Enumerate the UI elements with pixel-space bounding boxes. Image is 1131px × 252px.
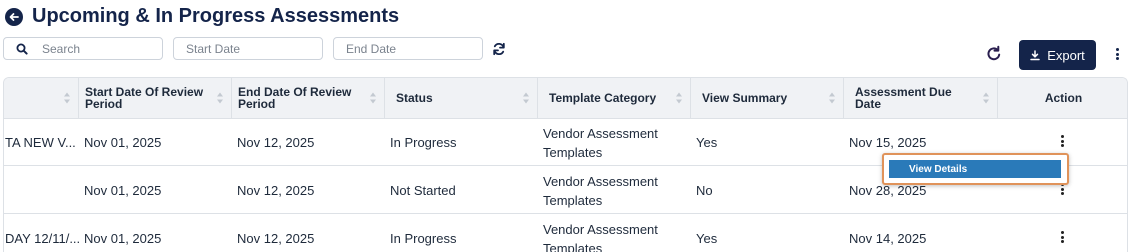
row-actions-icon[interactable]	[1057, 135, 1067, 147]
due-date-cell: Nov 14, 2025	[849, 231, 927, 246]
column-header-due-date[interactable]: Assessment Due Date	[844, 78, 998, 118]
column-header-status[interactable]: Status	[385, 78, 538, 118]
sort-icon[interactable]	[982, 90, 990, 106]
table-header: Start Date Of Review Period End Date Of …	[4, 78, 1127, 119]
end-date-cell: Nov 12, 2025	[237, 183, 315, 198]
template-category-cell: Vendor Assessment Templates	[543, 125, 658, 160]
sort-icon[interactable]	[522, 90, 530, 106]
column-header-start-date[interactable]: Start Date Of Review Period	[79, 78, 232, 118]
view-details-menu-item[interactable]: View Details	[889, 160, 1061, 178]
status-cell: In Progress	[390, 135, 457, 150]
sort-icon[interactable]	[369, 90, 377, 106]
download-icon	[1030, 49, 1040, 60]
status-cell: Not Started	[390, 183, 456, 198]
assessment-name-cell: TA NEW V...	[5, 135, 76, 150]
refresh-icon[interactable]	[985, 45, 1003, 63]
end-date-cell: Nov 12, 2025	[237, 231, 315, 246]
export-label: Export	[1047, 47, 1085, 63]
arrow-left-icon	[9, 13, 19, 21]
filter-bar	[0, 36, 520, 62]
export-button[interactable]: Export	[1019, 40, 1096, 70]
column-header-name[interactable]	[4, 78, 79, 118]
page-header: Upcoming & In Progress Assessments	[0, 0, 1131, 36]
end-date-cell: Nov 12, 2025	[237, 135, 315, 150]
template-category-cell: Vendor Assessment Templates	[543, 221, 658, 252]
start-date-input[interactable]	[174, 38, 322, 59]
view-summary-cell: Yes	[696, 231, 718, 246]
end-date-field	[333, 37, 483, 60]
sort-icon[interactable]	[828, 90, 836, 106]
view-summary-cell: Yes	[696, 135, 718, 150]
search-icon	[16, 43, 28, 55]
column-header-view-summary[interactable]: View Summary	[691, 78, 844, 118]
row-actions-menu: View Details	[882, 153, 1069, 185]
start-date-cell: Nov 01, 2025	[84, 183, 162, 198]
table-row[interactable]: DAY 12/11/... Nov 01, 2025 Nov 12, 2025 …	[4, 215, 1127, 252]
start-date-cell: Nov 01, 2025	[84, 231, 162, 246]
sync-icon[interactable]	[492, 42, 506, 56]
status-cell: In Progress	[390, 231, 457, 246]
end-date-input[interactable]	[334, 38, 482, 59]
column-header-end-date[interactable]: End Date Of Review Period	[232, 78, 385, 118]
row-actions-icon[interactable]	[1057, 231, 1067, 243]
sort-icon[interactable]	[63, 90, 71, 106]
template-category-cell: Vendor Assessment Templates	[543, 173, 658, 208]
assessment-name-cell	[5, 167, 79, 214]
column-header-action: Action	[1044, 91, 1083, 105]
start-date-field	[173, 37, 323, 60]
start-date-cell: Nov 01, 2025	[84, 135, 162, 150]
assessment-name-cell: DAY 12/11/...	[5, 231, 79, 246]
sort-icon[interactable]	[675, 90, 683, 106]
page-title: Upcoming & In Progress Assessments	[32, 5, 400, 27]
back-button[interactable]	[5, 8, 23, 26]
sort-icon[interactable]	[216, 90, 224, 106]
column-header-template-category[interactable]: Template Category	[538, 78, 691, 118]
more-options-icon[interactable]	[1112, 47, 1122, 61]
view-summary-cell: No	[696, 183, 713, 198]
search-field	[3, 37, 163, 60]
